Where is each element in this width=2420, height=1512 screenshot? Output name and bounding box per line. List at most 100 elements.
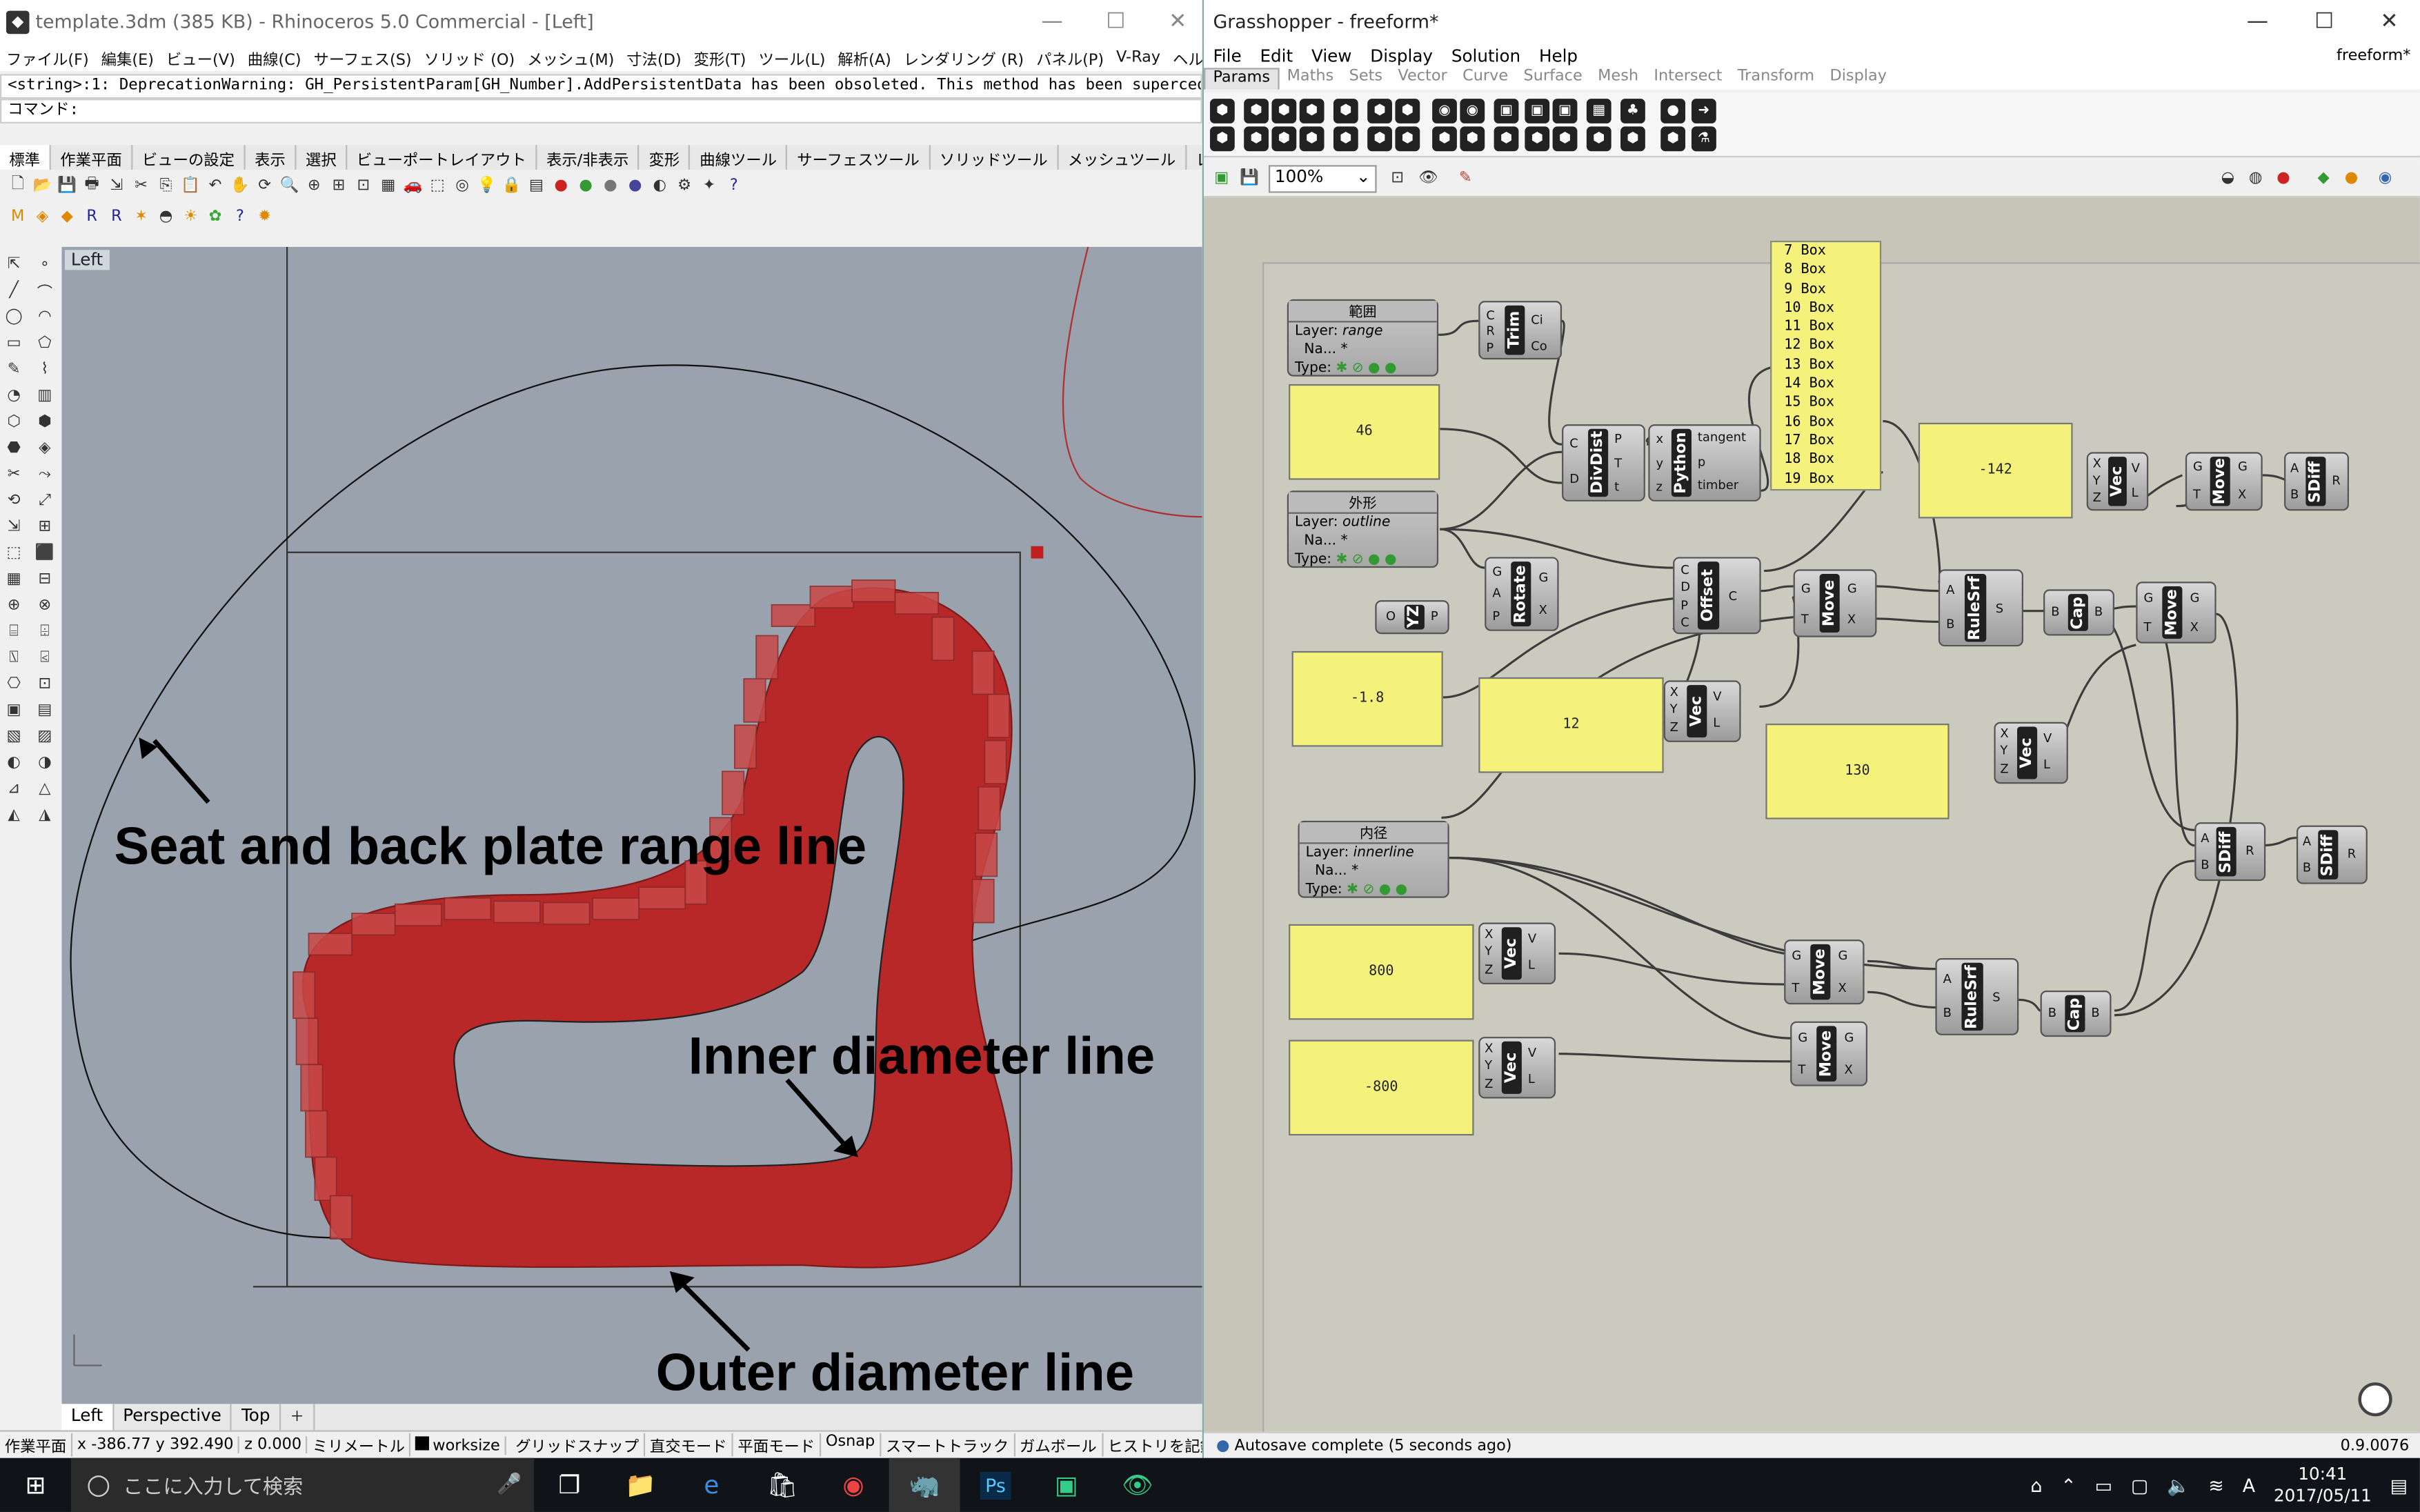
gh-palette-4-icon[interactable]: ⬢ bbox=[1333, 99, 1358, 123]
gh-palette-20-icon[interactable]: ⬢ bbox=[1333, 126, 1358, 152]
minimize-icon[interactable]: — bbox=[1041, 9, 1062, 34]
vray-light-icon[interactable]: ✶ bbox=[130, 204, 153, 228]
sphere-icon[interactable]: ● bbox=[599, 174, 622, 197]
tool-34-icon[interactable]: ▣ bbox=[0, 699, 28, 722]
undo-icon[interactable]: ↶ bbox=[204, 174, 227, 197]
viewer-eye-icon[interactable]: 👁 bbox=[1102, 1458, 1173, 1512]
vray-options-icon[interactable]: ◈ bbox=[31, 204, 54, 228]
store-icon[interactable]: 🛍 bbox=[747, 1458, 818, 1512]
rhino-menu-item[interactable]: 変形(T) bbox=[688, 46, 753, 69]
gh-menu-item[interactable]: Edit bbox=[1251, 46, 1302, 66]
gh-tab[interactable]: Intersect bbox=[1646, 68, 1729, 89]
rulesrf-component-2[interactable]: AB RuleSrf S bbox=[1935, 957, 2019, 1035]
tool-16-icon[interactable]: ✂ bbox=[0, 463, 28, 486]
tool-26-icon[interactable]: ⊕ bbox=[0, 594, 28, 617]
sdiff-component-1[interactable]: AB SDiff R bbox=[2284, 452, 2350, 511]
toolbar-tab[interactable]: メッシュツール bbox=[1058, 145, 1187, 170]
gh-palette-15-icon[interactable]: ➜ bbox=[1691, 99, 1716, 123]
vec-component-4[interactable]: XYZ Vec VL bbox=[1478, 922, 1556, 985]
tray-chevron-icon[interactable]: ⌃ bbox=[2061, 1474, 2076, 1495]
sdiff-component-2[interactable]: AB SDiff R bbox=[2194, 822, 2266, 882]
layer-param-innerline[interactable]: 内径 Layer: innerline Na... * Type: ✱ ⊘ ● … bbox=[1298, 820, 1449, 898]
chrome-icon[interactable]: ◉ bbox=[818, 1458, 889, 1512]
number-slider-neg142[interactable]: -142 bbox=[1918, 422, 2073, 519]
camera-icon[interactable]: ◎ bbox=[450, 174, 474, 197]
gh-palette-13-icon[interactable]: ♣ bbox=[1620, 99, 1645, 123]
tool-30-icon[interactable]: ⍂ bbox=[0, 646, 28, 670]
preview-selected-icon[interactable]: ● bbox=[2272, 167, 2295, 190]
gh-menu-item[interactable]: Solution bbox=[1442, 46, 1529, 66]
gh-palette-0-icon[interactable]: ⬢ bbox=[1209, 99, 1235, 123]
add-viewport-icon[interactable]: ＋ bbox=[281, 1404, 315, 1431]
toolbar-tab[interactable]: 表示/非表示 bbox=[537, 145, 640, 170]
zoom-selected-icon[interactable]: ⊡ bbox=[352, 174, 375, 197]
car-icon[interactable]: 🚗 bbox=[401, 174, 425, 197]
import-icon[interactable]: ⇲ bbox=[105, 174, 128, 197]
vray-help-icon[interactable]: ? bbox=[228, 204, 252, 228]
number-slider-12[interactable]: 12 bbox=[1478, 677, 1664, 773]
toolbar-tab[interactable]: ビューの設定 bbox=[132, 145, 246, 170]
status-plane[interactable]: 作業平面 bbox=[0, 1433, 73, 1457]
gh-tab[interactable]: Sets bbox=[1341, 68, 1390, 89]
tool-12-icon[interactable]: ⬡ bbox=[0, 410, 28, 434]
tool-37-icon[interactable]: ▨ bbox=[31, 725, 59, 748]
tool-4-icon[interactable]: ◯ bbox=[0, 306, 28, 329]
maximize-icon[interactable]: ☐ bbox=[1106, 9, 1125, 34]
gh-open-icon[interactable]: ▣ bbox=[1210, 167, 1233, 190]
tool-2-icon[interactable]: ╱ bbox=[0, 279, 28, 303]
python-component[interactable]: xyz Python tangent p timber bbox=[1648, 424, 1761, 501]
tool-7-icon[interactable]: ⬠ bbox=[31, 332, 59, 355]
rhino-menu-item[interactable]: パネル(P) bbox=[1030, 46, 1110, 69]
tool-3-icon[interactable]: ⌒ bbox=[31, 279, 59, 303]
gh-palette-7-icon[interactable]: ◉ bbox=[1432, 99, 1457, 123]
options-icon[interactable]: ⚙ bbox=[673, 174, 696, 197]
zoom-icon[interactable]: 🔍 bbox=[278, 174, 301, 197]
gh-canvas[interactable]: 範囲 Layer: range Na... * Type: ✱ ⊘ ● ● 外形… bbox=[1204, 197, 2420, 1432]
tool-32-icon[interactable]: ⎔ bbox=[0, 673, 28, 696]
toolbar-tab[interactable]: 表示 bbox=[246, 145, 297, 170]
gh-palette-2-icon[interactable]: ⬢ bbox=[1271, 99, 1297, 123]
gh-palette-32-icon[interactable]: ⚗ bbox=[1691, 126, 1716, 152]
toolbar-tab[interactable]: ソリッドツール bbox=[931, 145, 1059, 170]
selection-grip[interactable] bbox=[1031, 546, 1044, 559]
rhino-menu-item[interactable]: 寸法(D) bbox=[620, 46, 687, 69]
rhino-menu-item[interactable]: レンダリング (R) bbox=[897, 46, 1030, 69]
zoom-select[interactable]: 100% ⌄ bbox=[1268, 165, 1377, 193]
toolbar-tab[interactable]: 変形 bbox=[639, 145, 691, 170]
volume-icon[interactable]: 🔈 bbox=[2167, 1474, 2190, 1495]
rhino-menu-item[interactable]: 解析(A) bbox=[831, 46, 897, 69]
gh-menu-item[interactable]: Help bbox=[1530, 46, 1587, 66]
gh-menu-item[interactable]: File bbox=[1204, 46, 1251, 66]
rhino-menu-item[interactable]: 曲線(C) bbox=[241, 46, 308, 69]
tool-13-icon[interactable]: ⬢ bbox=[31, 410, 59, 434]
toolbar-tab[interactable]: サーフェスツール bbox=[788, 145, 931, 170]
rhino-menu-item[interactable]: 編集(E) bbox=[95, 46, 160, 69]
canvas-compass-icon[interactable] bbox=[2358, 1382, 2392, 1417]
tool-20-icon[interactable]: ⇲ bbox=[0, 515, 28, 539]
close-icon[interactable]: ✕ bbox=[1169, 9, 1187, 34]
tool-31-icon[interactable]: ⍃ bbox=[31, 646, 59, 670]
tool-21-icon[interactable]: ⊞ bbox=[31, 515, 59, 539]
tool-35-icon[interactable]: ▤ bbox=[31, 699, 59, 722]
toolbar-tab[interactable]: 選択 bbox=[297, 145, 348, 170]
people-icon[interactable]: ⌂ bbox=[2030, 1474, 2042, 1495]
box-list-panel[interactable]: 7 Box 8 Box 9 Box 10 Box 11 Box 12 Box 13 Box 1… bbox=[1770, 240, 1882, 491]
gh-palette-21-icon[interactable]: ⬢ bbox=[1367, 126, 1392, 152]
cap-component-2[interactable]: B Cap B bbox=[2040, 990, 2112, 1037]
gh-palette-26-icon[interactable]: ⬢ bbox=[1525, 126, 1550, 152]
shaded-icon[interactable]: ● bbox=[624, 174, 647, 197]
gh-maximize-icon[interactable]: ☐ bbox=[2314, 9, 2334, 34]
tool-17-icon[interactable]: ⤳ bbox=[31, 463, 59, 486]
tool-19-icon[interactable]: ⤢ bbox=[31, 489, 59, 513]
rhino-menu-item[interactable]: メッシュ(M) bbox=[521, 46, 620, 69]
number-slider-neg800[interactable]: -800 bbox=[1289, 1040, 1474, 1136]
gh-tab[interactable]: Mesh bbox=[1590, 68, 1646, 89]
gh-tab[interactable]: Vector bbox=[1390, 68, 1455, 89]
grid-icon[interactable]: ▦ bbox=[377, 174, 400, 197]
rhino-menu-item[interactable]: サーフェス(S) bbox=[308, 46, 418, 69]
open-icon[interactable]: 📂 bbox=[31, 174, 54, 197]
vec-component-2[interactable]: XYZ Vec VL bbox=[1663, 680, 1741, 742]
rulesrf-component-1[interactable]: AB RuleSrf S bbox=[1938, 569, 2023, 647]
vec-component-5[interactable]: XYZ Vec VL bbox=[1478, 1037, 1556, 1099]
new-file-icon[interactable]: 🗋 bbox=[6, 174, 30, 197]
